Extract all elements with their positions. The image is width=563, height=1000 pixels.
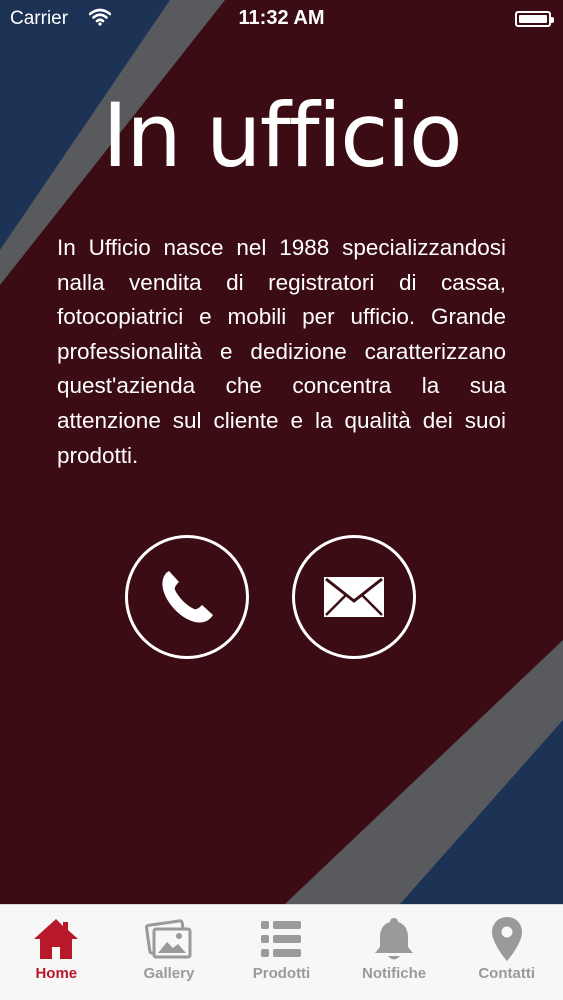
tab-bar: Home Gallery Prodotti Notifiche Contatti [0,904,563,1000]
tab-gallery[interactable]: Gallery [113,905,226,1000]
location-pin-icon [491,917,522,961]
list-icon [261,921,302,957]
status-time: 11:32 AM [238,7,325,29]
tab-label: Contatti [478,965,535,982]
bell-icon [375,918,414,960]
phone-icon [162,571,213,623]
tab-label: Prodotti [252,965,311,982]
tab-prodotti[interactable]: Prodotti [225,905,338,1000]
home-icon [34,919,79,959]
gallery-icon [144,919,192,959]
tab-contatti[interactable]: Contatti [450,905,563,1000]
company-description: In Ufficio nasce nel 1988 specializzando… [57,235,506,468]
battery-icon [515,11,554,27]
tab-label: Home [35,965,78,982]
status-bar: Carrier 11:32 AM [0,0,563,40]
call-button[interactable] [125,535,249,659]
tab-home[interactable]: Home [0,905,113,1000]
tab-notifiche[interactable]: Notifiche [338,905,451,1000]
brand-logo: In ufficio [102,84,463,187]
tab-label: Gallery [143,965,195,982]
envelope-icon [324,577,384,617]
email-button[interactable] [292,535,416,659]
tab-label: Notifiche [361,965,427,982]
